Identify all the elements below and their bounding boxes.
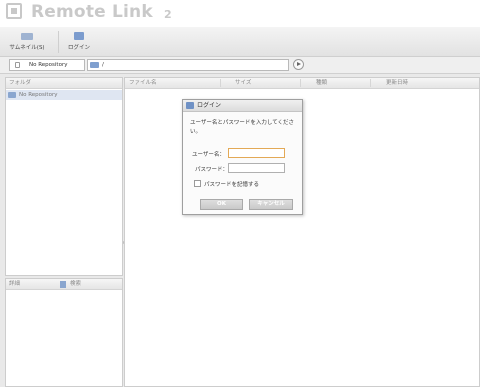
dialog-app-icon [186,102,194,109]
thumbnail-label: サムネイル(S) [9,45,45,51]
dialog-message: ユーザー名とパスワードを入力してください。 [190,120,295,135]
thumbnail-button[interactable]: サムネイル(S) [4,30,50,54]
username-field[interactable] [228,148,285,158]
go-button[interactable] [293,59,304,70]
login-dialog: ログイン ユーザー名とパスワードを入力してください。 ユーザー名： パスワード：… [182,99,303,215]
cancel-button[interactable]: キャンセル [249,199,293,210]
column-filename[interactable]: ファイル名 [129,78,157,88]
dialog-title: ログイン [197,102,222,109]
search-tab-icon [60,281,66,288]
toolbar-divider [58,31,59,53]
tab-detail[interactable]: 詳細 [9,281,20,287]
repository-folder-icon [8,92,16,98]
app-header: Remote Link 2 [0,0,480,27]
dialog-title-bar[interactable]: ログイン [183,100,302,112]
folder-panel-title: フォルダ [6,78,122,89]
folder-panel: フォルダ No Repository [5,77,123,276]
column-divider[interactable] [370,79,371,87]
app-logo-icon [6,3,22,19]
detail-panel: 詳細 検索 [5,278,123,387]
column-divider[interactable] [300,79,301,87]
username-label: ユーザー名： [192,152,225,158]
folder-icon [90,62,99,68]
column-size[interactable]: サイズ [235,78,251,88]
password-field[interactable] [228,163,285,173]
login-icon [74,32,84,40]
ok-button[interactable]: OK [200,199,243,210]
login-button[interactable]: ログイン [64,30,94,54]
column-type[interactable]: 種類 [316,78,327,88]
repository-label: No Repository [29,62,68,68]
column-modified[interactable]: 更新日時 [386,78,408,88]
file-list-header: ファイル名 サイズ 種類 更新日時 [125,78,479,89]
tree-item-label: No Repository [19,92,58,98]
tab-search[interactable]: 検索 [70,279,81,289]
column-divider[interactable] [220,79,221,87]
detail-panel-tabs: 詳細 検索 [6,279,122,290]
repository-icon [15,62,20,68]
repository-selector[interactable]: No Repository [9,59,85,71]
address-bar: No Repository / [0,57,480,74]
tree-item-no-repository[interactable]: No Repository [6,90,122,100]
password-label: パスワード： [195,167,229,173]
remember-password-checkbox[interactable] [194,180,201,187]
path-value: / [102,62,104,68]
toolbar: サムネイル(S) ログイン [0,27,480,57]
app-logo-version: 2 [164,8,172,21]
app-logo-text: Remote Link [31,2,153,22]
login-label: ログイン [67,45,90,51]
thumbnail-icon [21,33,33,40]
path-field[interactable]: / [87,59,289,71]
remember-password-label[interactable]: パスワードを記憶する [204,180,259,188]
